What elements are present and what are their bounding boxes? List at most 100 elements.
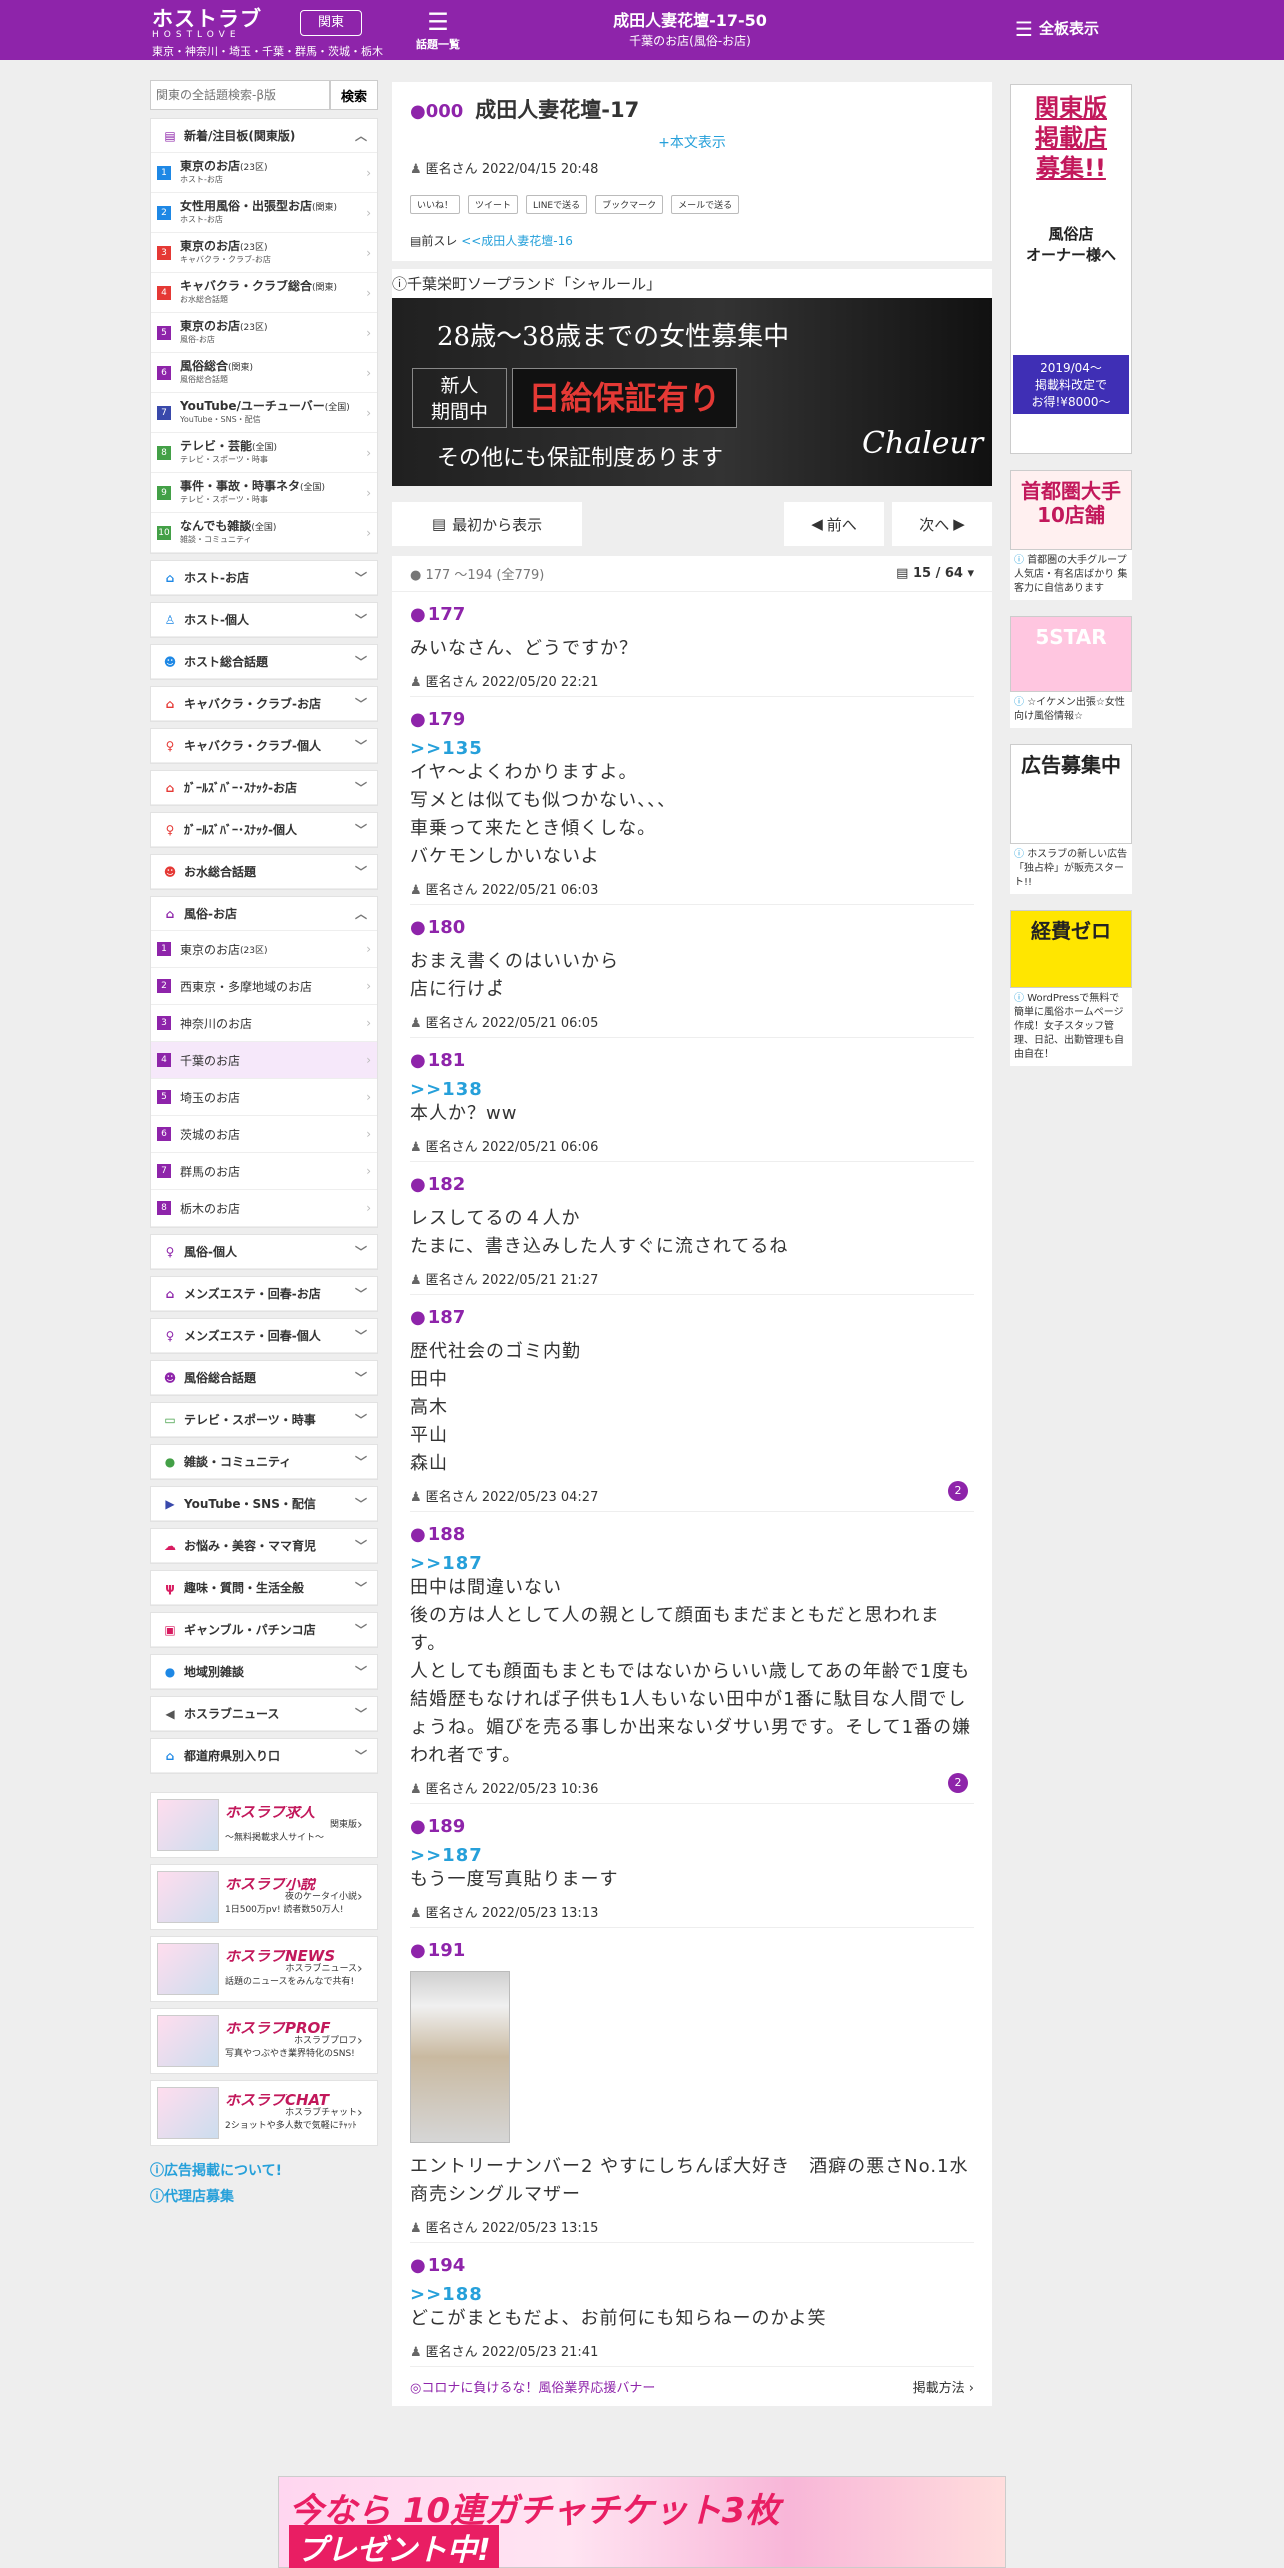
- first-page-button[interactable]: ▤ 最初から表示: [392, 502, 582, 546]
- ad-info-link[interactable]: ⓘ広告掲載について!: [150, 2160, 378, 2180]
- right-ad-image[interactable]: 5STAR: [1010, 616, 1132, 692]
- prefecture-board-item[interactable]: 7 群馬のお店 ›: [151, 1153, 377, 1190]
- post-number[interactable]: ● 191: [410, 1940, 974, 1961]
- category-header[interactable]: ▣ ギャンブル・パチンコ店 ﹀: [151, 1613, 377, 1647]
- post-photo[interactable]: [410, 1971, 510, 2143]
- right-ad[interactable]: 広告募集中 ⓘ ホスラブの新しい広告「独占枠」が販売スタート!!: [1010, 744, 1132, 894]
- category-header[interactable]: ▶ YouTube・SNS・配信 ﹀: [151, 1487, 377, 1521]
- region-button[interactable]: 関東: [300, 10, 362, 36]
- page-selector[interactable]: ▤ 15 / 64 ▾: [896, 566, 974, 581]
- reply-count-badge[interactable]: 2: [948, 1481, 968, 1501]
- featured-board-item[interactable]: 6 風俗総合(関東) 風俗総合話題 ›: [151, 353, 377, 393]
- right-ad[interactable]: 関東版 掲載店 募集!! 風俗店 オーナー様へ 2019/04〜 掲載料改定で お得…: [1010, 84, 1132, 454]
- prefecture-board-item[interactable]: 6 茨城のお店 ›: [151, 1116, 377, 1153]
- search-button[interactable]: 検索: [330, 80, 378, 110]
- post-number[interactable]: ● 189: [410, 1816, 974, 1837]
- category-header[interactable]: ☻ ホスト総合話題 ﹀: [151, 645, 377, 679]
- category-header[interactable]: ♀ メンズエステ・回春-個人 ﹀: [151, 1319, 377, 1353]
- category-header[interactable]: ☻ 風俗総合話題 ﹀: [151, 1361, 377, 1395]
- right-ad[interactable]: 5STAR ⓘ ☆イケメン出張☆女性向け風俗情報☆: [1010, 616, 1132, 728]
- reply-anchor-link[interactable]: >>188: [410, 2284, 974, 2305]
- prefecture-board-item[interactable]: 1 東京のお店 (23区) ›: [151, 931, 377, 968]
- rank-number: 1: [157, 165, 171, 180]
- post-number[interactable]: ● 177: [410, 604, 974, 625]
- featured-board-item[interactable]: 1 東京のお店(23区) ホスト-お店 ›: [151, 153, 377, 193]
- service-ad[interactable]: ホスラブCHAT ホスラブチャット 2ショットや多人数で気軽にﾁｬｯﾄ ›: [150, 2080, 378, 2146]
- category-header[interactable]: ● 地域別雑談 ﹀: [151, 1655, 377, 1689]
- category-header[interactable]: ⌂ ｶﾞｰﾙｽﾞﾊﾞｰ･ｽﾅｯｸ-お店 ﹀: [151, 771, 377, 805]
- category-header[interactable]: ☁ お悩み・美容・ママ育児 ﹀: [151, 1529, 377, 1563]
- posting-method-link[interactable]: 掲載方法 ›: [913, 2377, 974, 2396]
- category-header[interactable]: ♀ ｶﾞｰﾙｽﾞﾊﾞｰ･ｽﾅｯｸ-個人 ﹀: [151, 813, 377, 847]
- post-number[interactable]: ● 181: [410, 1050, 974, 1071]
- site-logo[interactable]: ホストラブ HOSTLOVE: [152, 8, 262, 40]
- topics-list-button[interactable]: ☰ 話題一覧: [410, 8, 466, 52]
- featured-board-item[interactable]: 4 キャバクラ・クラブ総合(関東) お水総合話題 ›: [151, 273, 377, 313]
- category-header[interactable]: ♀ 風俗-個人 ﹀: [151, 1235, 377, 1269]
- mail-share-button[interactable]: メールで送る: [671, 195, 740, 214]
- category-header[interactable]: ⌂ 都道府県別入り口 ﹀: [151, 1739, 377, 1773]
- featured-board-item[interactable]: 7 YouTube/ユーチューバー(全国) YouTube・SNS・配信 ›: [151, 393, 377, 433]
- category-header[interactable]: ⌂ キャバクラ・クラブ-お店 ﹀: [151, 687, 377, 721]
- right-ad-image[interactable]: 首都圏大手 10店舗: [1010, 470, 1132, 550]
- right-ad[interactable]: 経費ゼロ ⓘ WordPressで無料で簡単に風俗ホームページ作成！女子スタッフ管…: [1010, 910, 1132, 1066]
- featured-board-item[interactable]: 5 東京のお店(23区) 風俗-お店 ›: [151, 313, 377, 353]
- featured-board-item[interactable]: 2 女性用風俗・出張型お店(関東) ホスト-お店 ›: [151, 193, 377, 233]
- category-header[interactable]: ▭ テレビ・スポーツ・時事 ﹀: [151, 1403, 377, 1437]
- post-number[interactable]: ● 188: [410, 1524, 974, 1545]
- banner-image[interactable]: 28歳〜38歳までの女性募集中 新人 期間中 日給保証有り その他にも保証制度あ…: [392, 298, 992, 486]
- prev-page-button[interactable]: ◀ 前へ: [784, 502, 884, 546]
- category-header[interactable]: ψ 趣味・質問・生活全般 ﹀: [151, 1571, 377, 1605]
- prefecture-board-item[interactable]: 4 千葉のお店 ›: [151, 1042, 377, 1079]
- right-ad-image[interactable]: 広告募集中: [1010, 744, 1132, 844]
- search-input[interactable]: [150, 80, 330, 110]
- featured-board-item[interactable]: 10 なんでも雑談(全国) 雑談・コミュニティ ›: [151, 513, 377, 553]
- facebook-like-button[interactable]: いいね！: [410, 195, 461, 214]
- reply-anchor-link[interactable]: >>187: [410, 1845, 974, 1866]
- category-header[interactable]: ◀ ホスラブニュース ﹀: [151, 1697, 377, 1731]
- reply-count-badge[interactable]: 2: [948, 1773, 968, 1793]
- reply-anchor-link[interactable]: >>138: [410, 1079, 974, 1100]
- next-page-button[interactable]: 次へ ▶: [892, 502, 992, 546]
- corona-banner-label[interactable]: ◎コロナに負けるな！風俗業界応援バナー: [410, 2377, 655, 2396]
- post-number[interactable]: ● 187: [410, 1307, 974, 1328]
- right-ad[interactable]: 首都圏大手 10店舗 ⓘ 首都圏の大手グループ 人気店・有名店ばかり 集客力に自信…: [1010, 470, 1132, 600]
- service-ad[interactable]: ホスラブ小説 夜のケータイ小説 1日500万pv! 読者数50万人! ›: [150, 1864, 378, 1930]
- bookmark-button[interactable]: ブックマーク: [595, 195, 664, 214]
- post-number[interactable]: ● 179: [410, 709, 974, 730]
- featured-board-item[interactable]: 9 事件・事故・時事ネタ(全国) テレビ・スポーツ・時事 ›: [151, 473, 377, 513]
- featured-header[interactable]: ▤ 新着/注目板(関東版) ︿: [151, 119, 377, 153]
- category-header[interactable]: ⌂ ホスト-お店 ﹀: [151, 561, 377, 595]
- right-ad-image[interactable]: 経費ゼロ: [1010, 910, 1132, 988]
- category-header[interactable]: ☻ お水総合話題 ﹀: [151, 855, 377, 889]
- reply-anchor-link[interactable]: >>187: [410, 1553, 974, 1574]
- footer-ad-banner[interactable]: 今なら 10連ガチャチケット3枚 プレゼント中!: [278, 2476, 1006, 2568]
- prefecture-board-item[interactable]: 5 埼玉のお店 ›: [151, 1079, 377, 1116]
- line-share-button[interactable]: LINEで送る: [526, 195, 588, 214]
- prefecture-board-item[interactable]: 3 神奈川のお店 ›: [151, 1005, 377, 1042]
- tweet-button[interactable]: ツイート: [468, 195, 519, 214]
- category-header[interactable]: ● 雑談・コミュニティ ﹀: [151, 1445, 377, 1479]
- post-number[interactable]: ● 194: [410, 2255, 974, 2276]
- category-fuzoku-shop[interactable]: ⌂ 風俗-お店 ︿: [151, 897, 377, 931]
- category-header[interactable]: ♀ キャバクラ・クラブ-個人 ﹀: [151, 729, 377, 763]
- full-board-button[interactable]: ☰ 全板表示: [1015, 17, 1099, 41]
- show-body-link[interactable]: +本文表示: [410, 132, 974, 152]
- service-ad[interactable]: ホスラブ求人 関東版 〜無料掲載求人サイト〜 ›: [150, 1792, 378, 1858]
- agency-link[interactable]: ⓘ代理店募集: [150, 2186, 378, 2206]
- prefecture-board-item[interactable]: 8 栃木のお店 ›: [151, 1190, 377, 1227]
- post-number[interactable]: ● 180: [410, 917, 974, 938]
- prev-thread-link[interactable]: <<成田人妻花壇-16: [461, 234, 573, 248]
- prefecture-board-item[interactable]: 2 西東京・多摩地域のお店 ›: [151, 968, 377, 1005]
- post-number[interactable]: ● 182: [410, 1174, 974, 1195]
- category-label: ギャンブル・パチンコ店: [184, 1623, 316, 1637]
- shop-banner[interactable]: ⓘ千葉栄町ソープランド「シャルール」 28歳〜38歳までの女性募集中 新人 期間…: [392, 269, 992, 486]
- category-header[interactable]: ⌂ メンズエステ・回春-お店 ﹀: [151, 1277, 377, 1311]
- right-ad-image[interactable]: 関東版 掲載店 募集!! 風俗店 オーナー様へ 2019/04〜 掲載料改定で お得…: [1010, 84, 1132, 454]
- featured-board-item[interactable]: 3 東京のお店(23区) キャバクラ・クラブ-お店 ›: [151, 233, 377, 273]
- category-header[interactable]: ♙ ホスト-個人 ﹀: [151, 603, 377, 637]
- service-ad[interactable]: ホスラブNEWS ホスラブニュース 話題のニュースをみんなで共有! ›: [150, 1936, 378, 2002]
- service-ad[interactable]: ホスラブPROF ホスラブプロフ 写真やつぶやき業界特化のSNS! ›: [150, 2008, 378, 2074]
- reply-anchor-link[interactable]: >>135: [410, 738, 974, 759]
- featured-board-item[interactable]: 8 テレビ・芸能(全国) テレビ・スポーツ・時事 ›: [151, 433, 377, 473]
